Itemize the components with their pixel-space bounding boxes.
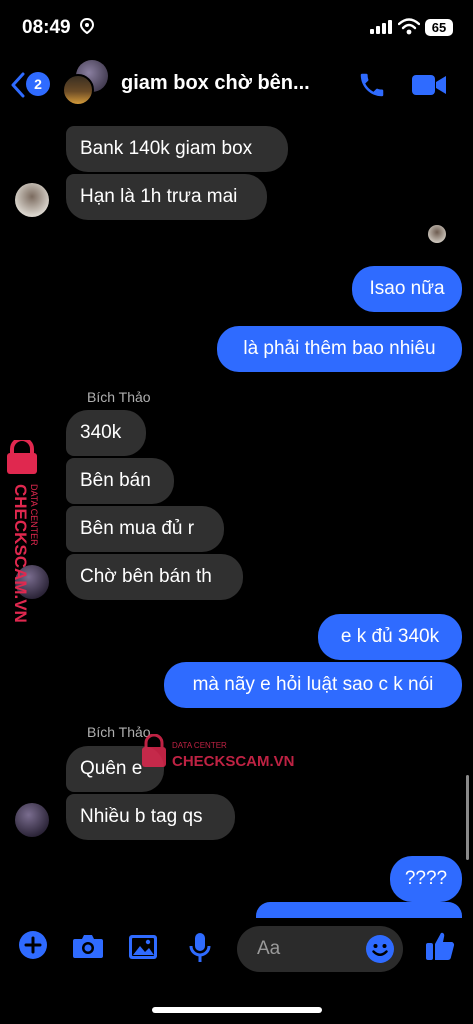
checkscam-watermark-logo: CHECKSCAM.VN DATA CENTER [7,440,39,623]
message-bubble-incoming[interactable]: 340k [66,410,146,456]
read-receipt-avatar [428,225,446,243]
sender-name: Bích Thảo [87,389,151,405]
chat-title[interactable]: giam box chờ bên... [121,72,310,95]
camera-icon[interactable] [72,933,104,964]
message-bubble-outgoing[interactable]: mà nãy e hỏi luật sao c k nói [164,662,462,708]
watermark-brand-text: CHECKSCAM.VN [11,484,30,623]
composer-bar: Aa [0,918,473,980]
sender-avatar[interactable] [15,803,49,837]
chat-header: 2 giam box chờ bên... [0,56,473,114]
message-input[interactable]: Aa [237,926,403,972]
microphone-icon[interactable] [188,932,212,969]
status-time: 08:49 [22,17,71,38]
message-bubble-outgoing[interactable]: là phải thêm bao nhiêu [217,326,462,372]
thumbs-up-icon[interactable] [424,930,456,967]
message-bubble-incoming[interactable]: Bank 140k giam box [66,126,288,172]
phone-call-icon[interactable] [357,70,387,105]
message-bubble-outgoing[interactable]: ???? [390,856,462,902]
video-call-icon[interactable] [411,72,447,103]
message-bubble-incoming[interactable]: Chờ bên bán th [66,554,243,600]
plus-icon[interactable] [18,930,48,965]
message-bubble-incoming[interactable]: Bên bán [66,458,174,504]
group-avatar[interactable] [62,60,108,106]
sender-avatar[interactable] [15,183,49,217]
home-indicator [152,1007,322,1013]
gallery-icon[interactable] [128,934,158,965]
message-bubble-outgoing[interactable]: Isao nữa [352,266,462,312]
watermark-tagline-text: DATA CENTER [29,484,39,546]
message-bubble-outgoing-partial[interactable] [256,902,462,918]
wifi-icon [397,18,421,40]
message-bubble-incoming[interactable]: Bên mua đủ r [66,506,224,552]
battery-indicator: 65 [425,19,453,36]
emoji-icon[interactable] [365,934,395,969]
message-input-placeholder: Aa [257,938,281,959]
message-bubble-incoming[interactable]: Nhiều b tag qs [66,794,235,840]
status-bar: 08:49 65 [0,0,473,56]
watermark-brand-text-center: CHECKSCAM.VN [172,753,295,770]
watermark-tagline-text-center: DATA CENTER [172,741,227,750]
back-button[interactable] [10,72,26,103]
unread-count-badge[interactable]: 2 [26,72,50,96]
signal-icon [370,20,392,39]
message-bubble-incoming[interactable]: Hạn là 1h trưa mai [66,174,267,220]
checkscam-watermark-logo-center: DATA CENTER CHECKSCAM.VN [142,734,295,770]
location-icon [79,17,95,39]
group-avatar-photo-2 [62,74,94,106]
message-bubble-outgoing[interactable]: e k đủ 340k [318,614,462,660]
scrollbar[interactable] [466,775,469,860]
